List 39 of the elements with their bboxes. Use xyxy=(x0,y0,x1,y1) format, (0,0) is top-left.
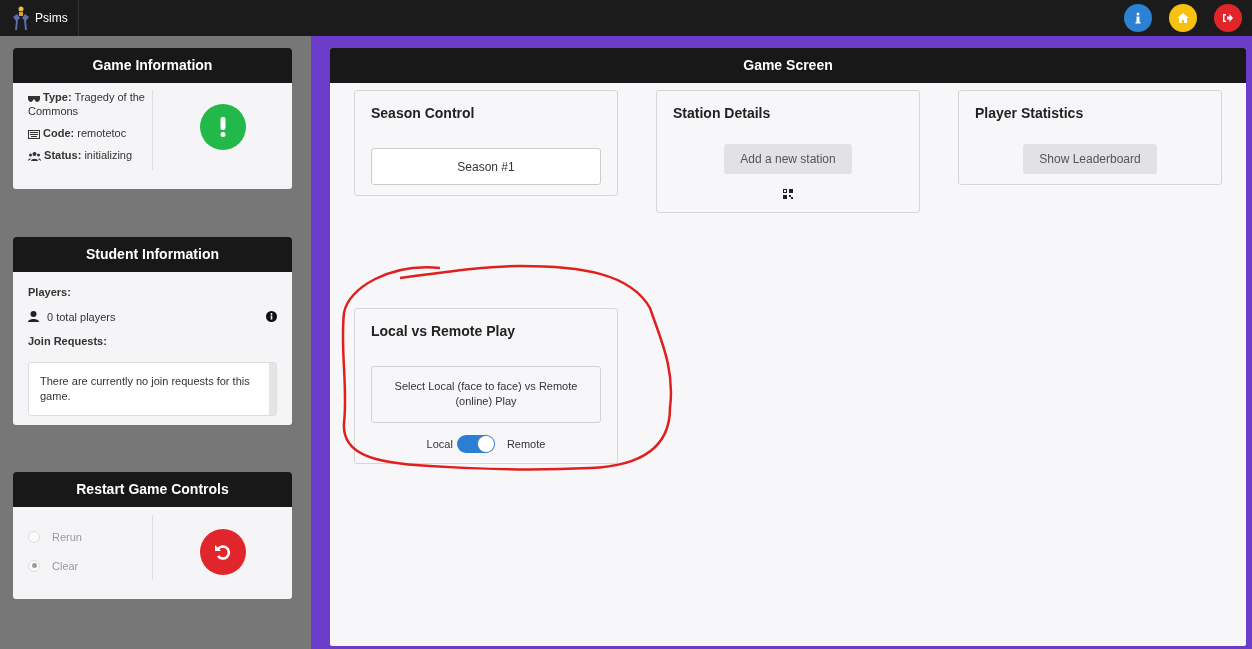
card-title: Local vs Remote Play xyxy=(371,322,516,341)
brand-name[interactable]: Psims xyxy=(35,9,68,27)
card-header: Restart Game Controls xyxy=(13,472,292,507)
restart-button[interactable] xyxy=(199,529,246,575)
section-label: Players: xyxy=(28,285,72,300)
join-message: There are currently no join requests for this game. xyxy=(39,373,251,405)
section-label: Join Requests: xyxy=(28,334,108,349)
season-button[interactable]: Season #1 xyxy=(371,148,601,185)
logout-button[interactable] xyxy=(1214,4,1242,32)
card-title: Player Statistics xyxy=(975,104,1085,123)
home-button[interactable] xyxy=(1169,4,1197,32)
info-line: Code: remotetoc xyxy=(28,126,146,140)
player-count: 0 total players xyxy=(47,309,116,325)
users-icon xyxy=(28,151,41,161)
restart-icon xyxy=(213,543,232,561)
card-header: Game Information xyxy=(13,48,292,83)
info-icon[interactable] xyxy=(266,311,277,323)
card-header: Student Information xyxy=(13,237,292,272)
radio-label: Rerun xyxy=(52,530,82,545)
panel-header: Game Screen xyxy=(330,48,1246,83)
logo-icon xyxy=(10,5,32,31)
card-title: Season Control xyxy=(371,104,476,123)
home-icon xyxy=(1177,12,1189,24)
info-line: Status: initializing xyxy=(28,148,146,162)
toggle-switch[interactable] xyxy=(456,434,495,453)
glasses-icon xyxy=(28,94,40,103)
description-text: Select Local (face to face) vs Remote (online) Play xyxy=(371,366,601,423)
keyboard-icon xyxy=(28,129,40,139)
qr-code-icon[interactable] xyxy=(783,188,793,199)
card-title: Station Details xyxy=(673,104,772,123)
toggle-label: Remote xyxy=(506,436,546,452)
radio-label: Clear xyxy=(52,558,79,574)
info-button[interactable] xyxy=(1124,4,1152,32)
user-icon xyxy=(28,311,39,323)
logout-icon xyxy=(1222,12,1234,24)
leaderboard-button[interactable]: Show Leaderboard xyxy=(1023,144,1157,174)
toggle-label: Local xyxy=(426,436,453,452)
add-station-button[interactable]: Add a new station xyxy=(724,144,852,174)
info-line: Type: Tragedy of the Commons xyxy=(28,90,146,118)
